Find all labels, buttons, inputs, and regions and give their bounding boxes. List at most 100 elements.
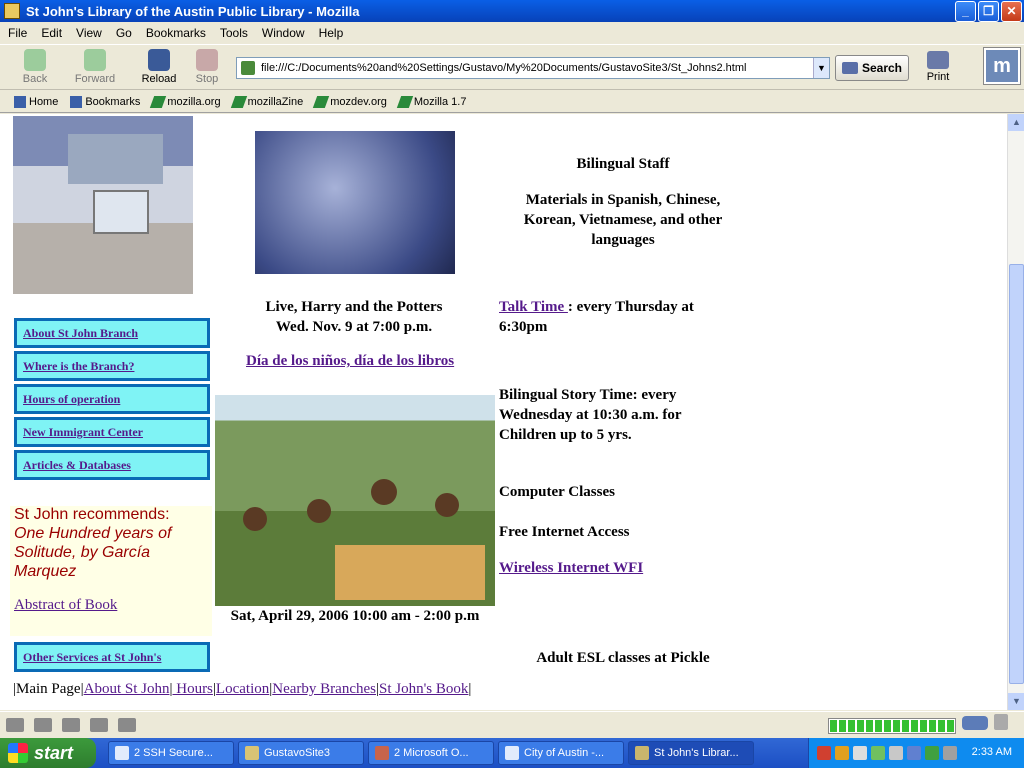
reload-button[interactable]: Reload bbox=[136, 49, 182, 85]
footer-main-page[interactable]: Main Page bbox=[16, 681, 81, 697]
tray-icon[interactable] bbox=[835, 746, 849, 760]
footer-location[interactable]: Location bbox=[216, 681, 269, 697]
tray-icon[interactable] bbox=[889, 746, 903, 760]
menu-view[interactable]: View bbox=[76, 26, 102, 40]
minimize-button[interactable]: _ bbox=[955, 0, 976, 22]
tray-icon[interactable] bbox=[871, 746, 885, 760]
menu-tools[interactable]: Tools bbox=[220, 26, 248, 40]
nav-hours[interactable]: Hours of operation bbox=[14, 384, 210, 414]
footer-hours[interactable]: Hours bbox=[172, 681, 213, 697]
scroll-thumb[interactable] bbox=[1009, 264, 1024, 684]
print-button[interactable]: Print bbox=[920, 51, 956, 83]
tray-icon[interactable] bbox=[853, 746, 867, 760]
task-label: City of Austin -... bbox=[524, 747, 605, 759]
nav-other-services[interactable]: Other Services at St John's bbox=[14, 642, 210, 672]
navigator-icon[interactable] bbox=[6, 718, 24, 732]
footer-links: |Main Page|About St John| Hours|Location… bbox=[13, 681, 472, 697]
bookmark-mozdev[interactable]: mozdev.org bbox=[313, 95, 387, 108]
task-label: 2 Microsoft O... bbox=[394, 747, 469, 759]
mozilla-throbber-icon[interactable]: m bbox=[983, 47, 1021, 85]
bookmarks-icon bbox=[70, 95, 83, 108]
irc-chat-icon[interactable] bbox=[118, 718, 136, 732]
abstract-link[interactable]: Abstract of Book bbox=[14, 597, 208, 614]
progress-segment bbox=[848, 720, 855, 732]
nav-articles-databases[interactable]: Articles & Databases bbox=[14, 450, 210, 480]
windows-taskbar: start 2 SSH Secure... GustavoSite3 2 Mic… bbox=[0, 738, 1024, 768]
harry-and-the-potters-photo bbox=[255, 131, 455, 274]
talk-time-link[interactable]: Talk Time bbox=[499, 299, 568, 315]
bilingual-staff: Bilingual Staff bbox=[576, 156, 670, 172]
back-label: Back bbox=[22, 73, 48, 85]
menu-help[interactable]: Help bbox=[319, 26, 344, 40]
bookmark-bookmarks[interactable]: Bookmarks bbox=[70, 95, 140, 108]
menu-go[interactable]: Go bbox=[116, 26, 132, 40]
mozilla-icon bbox=[635, 746, 649, 760]
task-city-of-austin[interactable]: City of Austin -... bbox=[498, 741, 624, 765]
recommend-book: One Hundred years of Solitude, by García… bbox=[14, 525, 172, 580]
task-gustavosite3[interactable]: GustavoSite3 bbox=[238, 741, 364, 765]
event-date: Wed. Nov. 9 at 7:00 p.m. bbox=[275, 319, 433, 335]
scroll-up-icon[interactable]: ▲ bbox=[1008, 114, 1024, 131]
menu-bookmarks[interactable]: Bookmarks bbox=[146, 26, 206, 40]
progress-segment bbox=[902, 720, 909, 732]
menu-window[interactable]: Window bbox=[262, 26, 305, 40]
stop-button[interactable]: Stop bbox=[184, 49, 230, 85]
esl-classes: Adult ESL classes at Pickle bbox=[536, 650, 710, 666]
task-st-johns-library[interactable]: St John's Librar... bbox=[628, 741, 754, 765]
wireless-block: Wireless Internet WFI bbox=[499, 558, 643, 578]
address-bar[interactable]: file:///C:/Documents%20and%20Settings/Gu… bbox=[236, 57, 830, 79]
wireless-internet-link[interactable]: Wireless Internet WFI bbox=[499, 560, 643, 576]
footer-st-johns-book[interactable]: St John's Book bbox=[379, 681, 468, 697]
nav-immigrant-center[interactable]: New Immigrant Center bbox=[14, 417, 210, 447]
back-arrow-icon bbox=[24, 49, 46, 71]
tray-icon[interactable] bbox=[817, 746, 831, 760]
url-text[interactable]: file:///C:/Documents%20and%20Settings/Gu… bbox=[261, 62, 813, 74]
footer-nearby-branches[interactable]: Nearby Branches bbox=[272, 681, 376, 697]
task-label: 2 SSH Secure... bbox=[134, 747, 213, 759]
mail-icon[interactable] bbox=[34, 718, 52, 732]
child-head bbox=[307, 499, 331, 523]
printer-icon bbox=[927, 51, 949, 69]
progress-segment bbox=[893, 720, 900, 732]
back-button[interactable]: Back bbox=[12, 49, 58, 85]
bookmark-home-label: Home bbox=[29, 95, 59, 108]
vertical-scrollbar[interactable]: ▲ ▼ bbox=[1007, 114, 1024, 710]
progress-bar bbox=[828, 718, 956, 734]
menu-edit[interactable]: Edit bbox=[41, 26, 62, 40]
maximize-button[interactable]: ❐ bbox=[978, 0, 999, 22]
tray-icon[interactable] bbox=[907, 746, 921, 760]
search-label: Search bbox=[861, 61, 903, 75]
menu-file[interactable]: File bbox=[8, 26, 27, 40]
bookmark-mozillazine[interactable]: mozillaZine bbox=[230, 95, 303, 108]
address-book-icon[interactable] bbox=[90, 718, 108, 732]
menu-bar: File Edit View Go Bookmarks Tools Window… bbox=[0, 23, 1024, 43]
search-button[interactable]: Search bbox=[835, 55, 909, 81]
nav-where-is-branch[interactable]: Where is the Branch? bbox=[14, 351, 210, 381]
footer-about[interactable]: About St John bbox=[84, 681, 170, 697]
reload-icon bbox=[148, 49, 170, 71]
task-ssh[interactable]: 2 SSH Secure... bbox=[108, 741, 234, 765]
composer-icon[interactable] bbox=[62, 718, 80, 732]
system-tray: 2:33 AM bbox=[808, 738, 1024, 768]
scroll-down-icon[interactable]: ▼ bbox=[1008, 693, 1024, 710]
bookmark-mozilla-org[interactable]: mozilla.org bbox=[150, 95, 221, 108]
tray-icon[interactable] bbox=[925, 746, 939, 760]
chevron-down-icon[interactable]: ▼ bbox=[813, 58, 829, 78]
dia-de-los-ninos-link[interactable]: Día de los niños, día de los libros bbox=[246, 353, 454, 369]
progress-segment bbox=[875, 720, 882, 732]
bookmark-mozilla-17[interactable]: Mozilla 1.7 bbox=[396, 95, 466, 108]
free-internet: Free Internet Access bbox=[499, 524, 630, 540]
search-icon bbox=[841, 62, 858, 74]
bookmark-home[interactable]: Home bbox=[14, 95, 59, 108]
computer-classes: Computer Classes bbox=[499, 484, 615, 500]
volume-icon[interactable] bbox=[943, 746, 957, 760]
close-button[interactable]: ✕ bbox=[1001, 0, 1022, 22]
start-label: start bbox=[34, 742, 74, 763]
online-status-icon[interactable] bbox=[962, 716, 988, 730]
child-head bbox=[371, 479, 397, 505]
nav-about-branch[interactable]: About St John Branch bbox=[14, 318, 210, 348]
task-microsoft-office[interactable]: 2 Microsoft O... bbox=[368, 741, 494, 765]
start-button[interactable]: start bbox=[0, 738, 96, 768]
dia-date: Sat, April 29, 2006 10:00 am - 2:00 p.m bbox=[230, 608, 480, 624]
forward-button[interactable]: Forward bbox=[72, 49, 118, 85]
